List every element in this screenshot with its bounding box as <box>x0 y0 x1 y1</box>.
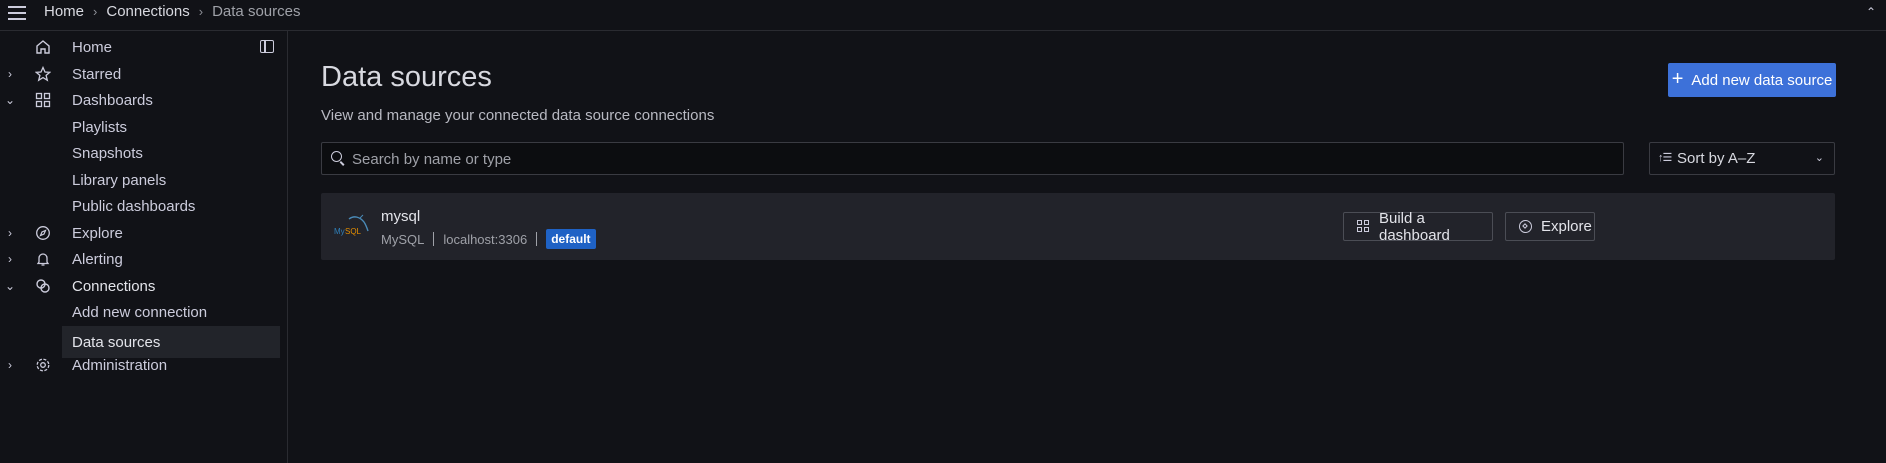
breadcrumb: Home › Connections › Data sources <box>44 3 300 20</box>
sidebar-item-label: Public dashboards <box>72 197 196 215</box>
sidebar-item-label: Data sources <box>72 333 161 351</box>
top-bar: Home › Connections › Data sources ⌃ <box>0 0 1886 31</box>
plus-icon: + <box>1671 68 1684 90</box>
sidebar-item-label: Starred <box>72 65 122 83</box>
dashboards-grid-icon <box>34 91 52 109</box>
chevron-down-icon[interactable]: ⌄ <box>4 93 16 107</box>
dashboards-grid-icon <box>1357 220 1370 233</box>
chevron-right-icon: › <box>198 4 204 19</box>
chevron-right-icon[interactable]: › <box>4 358 16 372</box>
svg-text:SQL: SQL <box>345 227 362 236</box>
sort-label: Sort by A–Z <box>1677 150 1756 167</box>
mysql-logo-icon: My SQL <box>334 214 369 236</box>
sidebar-item-label: Add new connection <box>72 303 208 321</box>
divider <box>433 232 435 246</box>
sort-select[interactable]: ↑☰ Sort by A–Z ⌄ <box>1649 142 1835 175</box>
datasource-meta: MySQL localhost:3306 default <box>381 229 596 249</box>
chevron-right-icon[interactable]: › <box>4 226 16 240</box>
build-dashboard-button[interactable]: Build a dashboard <box>1343 209 1493 244</box>
datasource-name[interactable]: mysql <box>381 208 420 225</box>
page-subtitle: View and manage your connected data sour… <box>321 107 715 124</box>
sidebar-item-label: Snapshots <box>72 144 143 162</box>
sidebar-item-label: Explore <box>72 224 123 242</box>
explore-button[interactable]: Explore <box>1505 212 1595 241</box>
datasource-type: MySQL <box>381 231 425 247</box>
svg-text:My: My <box>334 227 345 236</box>
divider <box>536 232 538 246</box>
menu-icon[interactable] <box>8 6 26 20</box>
bell-icon <box>34 250 52 268</box>
explore-label: Explore <box>1541 218 1592 235</box>
connections-icon <box>34 277 52 295</box>
gear-icon <box>34 356 52 374</box>
breadcrumb-home[interactable]: Home <box>44 3 84 20</box>
sidebar-item-label: Dashboards <box>72 91 153 109</box>
sidebar-item-label: Alerting <box>72 250 123 268</box>
chevron-down-icon: ⌄ <box>1814 152 1824 164</box>
datasource-url: localhost:3306 <box>443 231 528 247</box>
default-badge: default <box>546 229 596 249</box>
add-new-data-source-label: Add new data source <box>1691 71 1833 89</box>
home-icon <box>34 38 52 56</box>
sidebar-item-label: Library panels <box>72 171 167 189</box>
sidebar-item-label: Connections <box>72 277 156 295</box>
sidebar-item-label: Playlists <box>72 118 128 136</box>
search-input[interactable] <box>350 143 1614 176</box>
chevron-down-icon[interactable]: ⌄ <box>4 279 16 293</box>
sort-icon: ↑☰ <box>1658 152 1672 164</box>
sidebar-item-label: Home <box>72 38 113 56</box>
sidebar-item-add-new-connection[interactable]: Add new connection <box>0 296 280 328</box>
compass-icon <box>34 224 52 242</box>
star-icon <box>34 65 52 83</box>
datasource-card[interactable]: My SQL mysql MySQL localhost:3306 defaul… <box>321 193 1835 260</box>
main-content: Data sources View and manage your connec… <box>288 31 1886 463</box>
chevron-right-icon[interactable]: › <box>4 252 16 266</box>
sidebar-item-label: Administration <box>72 356 168 374</box>
build-dashboard-label: Build a dashboard <box>1379 209 1450 244</box>
search-field[interactable] <box>321 142 1624 176</box>
page-title: Data sources <box>321 61 492 93</box>
chevron-right-icon[interactable]: › <box>4 67 16 81</box>
chevron-up-icon[interactable]: ⌃ <box>1866 5 1876 19</box>
chevron-right-icon: › <box>93 4 98 19</box>
sidebar: Home › Starred ⌄ Dashboards Playlists Sn… <box>0 31 288 463</box>
breadcrumb-current: Data sources <box>212 3 301 20</box>
compass-icon <box>1519 220 1532 233</box>
breadcrumb-connections[interactable]: Connections <box>106 3 189 20</box>
sidebar-item-administration[interactable]: › Administration <box>0 349 280 381</box>
search-icon <box>331 151 342 162</box>
add-new-data-source-button[interactable]: + Add new data source <box>1668 63 1836 97</box>
